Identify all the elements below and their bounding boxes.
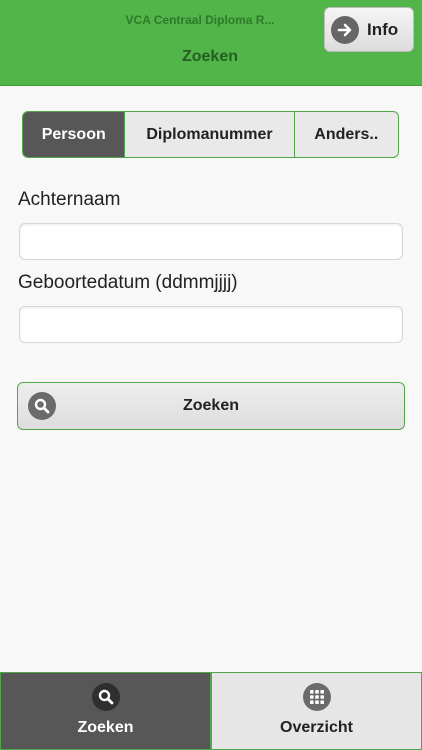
- page-title: Zoeken: [181, 48, 238, 65]
- info-button[interactable]: Info: [324, 7, 414, 52]
- search-button-label: Zoeken: [182, 397, 239, 414]
- header-bar: VCA Centraal Diploma R... Zoeken Info: [0, 0, 422, 86]
- birthdate-input[interactable]: [19, 306, 403, 343]
- segment-anders[interactable]: Anders..: [295, 112, 398, 157]
- birthdate-label: Geboortedatum (ddmmjjjj): [18, 272, 238, 293]
- segment-diplomanummer[interactable]: Diplomanummer: [125, 112, 295, 157]
- tab-zoeken-label: Zoeken: [77, 719, 134, 736]
- info-button-label: Info: [367, 19, 399, 39]
- lastname-input[interactable]: [19, 223, 403, 260]
- tab-overzicht[interactable]: Overzicht: [211, 673, 422, 750]
- tab-zoeken[interactable]: Zoeken: [0, 673, 211, 750]
- search-icon: [28, 392, 56, 420]
- lastname-label: Achternaam: [18, 189, 121, 210]
- segment-persoon[interactable]: Persoon: [23, 112, 126, 157]
- search-icon: [91, 683, 120, 711]
- tab-overzicht-label: Overzicht: [280, 719, 353, 736]
- search-button[interactable]: Zoeken: [17, 382, 405, 430]
- arrow-right-icon: [331, 15, 359, 44]
- grid-icon: [302, 683, 331, 711]
- bottom-tab-bar: Zoeken Overzicht: [0, 672, 422, 750]
- search-type-segmented-control: Persoon Diplomanummer Anders..: [22, 111, 399, 158]
- app-title: VCA Centraal Diploma R...: [125, 13, 275, 27]
